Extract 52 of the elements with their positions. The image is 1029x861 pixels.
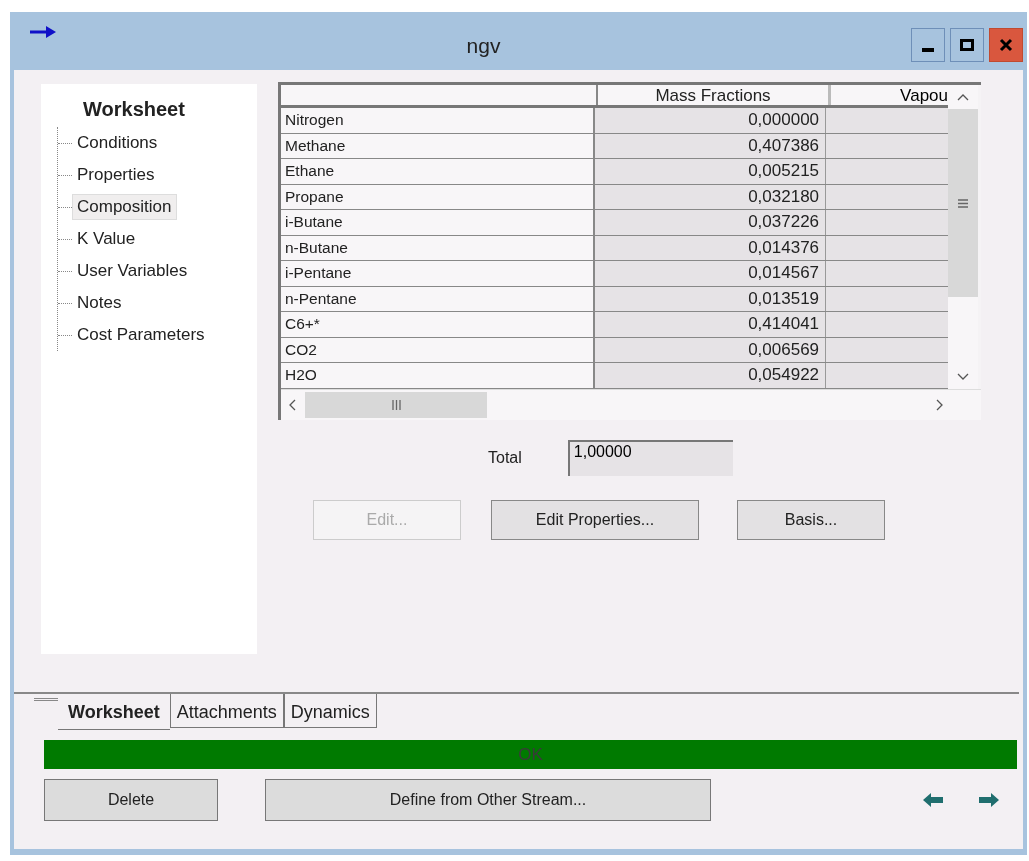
action-button[interactable]: Edit Properties... [491, 499, 699, 540]
table-cell[interactable]: 0,414041 [595, 312, 827, 337]
table-cell[interactable]: 0,014567 [595, 261, 827, 286]
horizontal-scrollbar[interactable] [281, 388, 981, 420]
nav-item[interactable]: Notes [72, 290, 127, 316]
arrow-left-icon[interactable] [923, 793, 943, 807]
maximize-icon [960, 38, 974, 52]
table-cell[interactable] [826, 133, 948, 158]
arrow-right-icon[interactable] [979, 793, 999, 807]
maximize-button[interactable] [950, 28, 984, 62]
table-cell[interactable]: 0,407386 [595, 133, 827, 158]
nav-item[interactable]: User Variables [72, 258, 193, 284]
define-button[interactable]: Define from Other Stream... [265, 779, 711, 821]
nav-item[interactable]: Composition [72, 194, 177, 220]
minimize-button[interactable] [911, 28, 945, 62]
table-cell[interactable]: 0,032180 [595, 184, 827, 209]
nav-item[interactable]: K Value [72, 226, 141, 252]
status-bar: OK [44, 740, 1017, 769]
table-cell[interactable] [826, 337, 948, 362]
delete-button[interactable]: Delete [44, 779, 218, 821]
minimize-icon [922, 48, 934, 52]
nav-item[interactable]: Conditions [72, 130, 163, 156]
nav-heading: Worksheet [83, 98, 186, 121]
total-label: Total [488, 448, 522, 467]
nav-item[interactable]: Cost Parameters [72, 322, 210, 348]
action-button[interactable]: Basis... [737, 499, 885, 540]
table-cell[interactable] [826, 363, 948, 388]
tab[interactable]: Attachments [169, 694, 284, 728]
table-cell[interactable]: 0,000000 [595, 108, 827, 133]
arrow-right-icon [30, 26, 56, 38]
table-cell[interactable] [826, 312, 948, 337]
window-title: ngv [465, 34, 502, 58]
tab[interactable]: Dynamics [283, 694, 377, 728]
table-cell[interactable]: 0,006569 [595, 337, 827, 362]
table-cell[interactable] [826, 108, 948, 133]
table-cell[interactable]: 0,037226 [595, 210, 827, 235]
close-button[interactable] [989, 28, 1023, 62]
close-icon [999, 38, 1013, 52]
grip-icon [958, 198, 968, 208]
table-cell[interactable]: 0,005215 [595, 159, 827, 184]
grip-icon [391, 399, 401, 410]
table-cell[interactable] [826, 159, 948, 184]
total-field: 1,00000 [567, 439, 733, 476]
nav-item[interactable]: Properties [72, 162, 160, 188]
table-cell[interactable]: 0,013519 [595, 286, 827, 311]
table-cell[interactable] [826, 210, 948, 235]
table-cell[interactable]: 0,014376 [595, 235, 827, 260]
table-cell[interactable] [826, 184, 948, 209]
table-cell[interactable] [826, 286, 948, 311]
table-cell[interactable] [826, 235, 948, 260]
table-cell[interactable] [826, 261, 948, 286]
table-cell[interactable]: 0,054922 [595, 363, 827, 388]
